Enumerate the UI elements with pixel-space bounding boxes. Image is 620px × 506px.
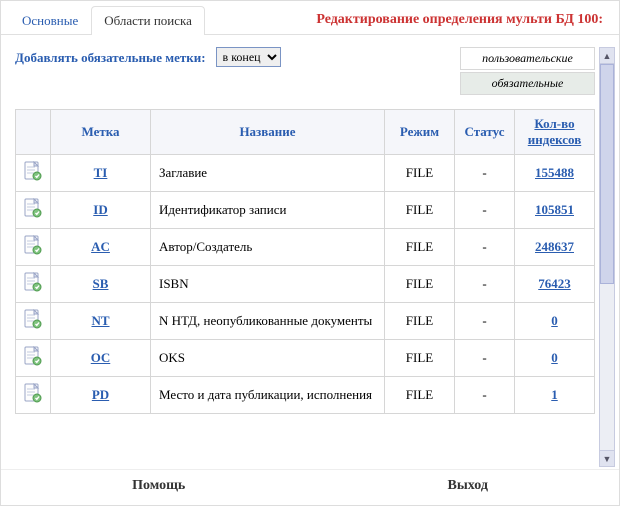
help-button[interactable]: Помощь xyxy=(132,478,185,494)
name-cell: Идентификатор записи xyxy=(151,192,385,229)
name-cell: ISBN xyxy=(151,266,385,303)
count-link: 155488 xyxy=(535,165,574,180)
tag-cell[interactable]: NT xyxy=(51,303,151,340)
table-row: OC OKSFILE- 0 xyxy=(16,340,595,377)
mode-cell: FILE xyxy=(385,155,455,192)
table-row: NT N НТД, неопубликованные документыFILE-… xyxy=(16,303,595,340)
th-tag: Метка xyxy=(51,110,151,155)
status-cell: - xyxy=(455,303,515,340)
count-link: 0 xyxy=(551,350,558,365)
legend: пользовательские обязательные xyxy=(460,47,595,95)
row-document-icon[interactable] xyxy=(16,340,51,377)
count-cell[interactable]: 105851 xyxy=(515,192,595,229)
tag-cell[interactable]: AC xyxy=(51,229,151,266)
count-cell[interactable]: 248637 xyxy=(515,229,595,266)
tag-cell[interactable]: ID xyxy=(51,192,151,229)
row-document-icon[interactable] xyxy=(16,155,51,192)
tag-link: TI xyxy=(94,165,108,180)
tag-link: ID xyxy=(93,202,107,217)
mode-cell: FILE xyxy=(385,266,455,303)
row-document-icon[interactable] xyxy=(16,303,51,340)
status-cell: - xyxy=(455,155,515,192)
tab-search-areas[interactable]: Области поиска xyxy=(91,6,205,35)
mode-cell: FILE xyxy=(385,377,455,414)
tag-cell[interactable]: OC xyxy=(51,340,151,377)
count-cell[interactable]: 1 xyxy=(515,377,595,414)
status-cell: - xyxy=(455,229,515,266)
count-cell[interactable]: 0 xyxy=(515,303,595,340)
count-cell[interactable]: 76423 xyxy=(515,266,595,303)
add-tags-label: Добавлять обязательные метки: xyxy=(15,47,206,66)
page-title: Редактирование определения мульти БД 100… xyxy=(316,12,611,28)
name-cell: Заглавие xyxy=(151,155,385,192)
th-name: Название xyxy=(151,110,385,155)
controls-row: Добавлять обязательные метки: в конец по… xyxy=(15,47,595,95)
add-position-select[interactable]: в конец xyxy=(216,47,281,67)
th-count[interactable]: Кол-во индексов xyxy=(515,110,595,155)
legend-required: обязательные xyxy=(460,72,595,95)
tag-cell[interactable]: TI xyxy=(51,155,151,192)
mode-cell: FILE xyxy=(385,229,455,266)
tag-cell[interactable]: PD xyxy=(51,377,151,414)
vertical-scrollbar[interactable]: ▲ ▼ xyxy=(599,47,615,467)
tag-link: SB xyxy=(93,276,109,291)
footer: Помощь Выход xyxy=(1,469,619,502)
count-cell[interactable]: 155488 xyxy=(515,155,595,192)
status-cell: - xyxy=(455,340,515,377)
table-row: PD Место и дата публикации, исполненияFIL… xyxy=(16,377,595,414)
mode-cell: FILE xyxy=(385,303,455,340)
mode-cell: FILE xyxy=(385,340,455,377)
table-row: TI ЗаглавиеFILE- 155488 xyxy=(16,155,595,192)
header-row: Основные Области поиска Редактирование о… xyxy=(1,1,619,35)
status-cell: - xyxy=(455,266,515,303)
tag-cell[interactable]: SB xyxy=(51,266,151,303)
tab-main[interactable]: Основные xyxy=(9,6,91,35)
count-link: 1 xyxy=(551,387,558,402)
table-row: AC Автор/СоздательFILE- 248637 xyxy=(16,229,595,266)
scroll-up-icon[interactable]: ▲ xyxy=(600,48,614,64)
count-link: 248637 xyxy=(535,239,574,254)
count-cell[interactable]: 0 xyxy=(515,340,595,377)
count-link: 0 xyxy=(551,313,558,328)
row-document-icon[interactable] xyxy=(16,266,51,303)
tag-link: NT xyxy=(91,313,109,328)
th-status: Статус xyxy=(455,110,515,155)
th-icon xyxy=(16,110,51,155)
name-cell: Автор/Создатель xyxy=(151,229,385,266)
tabs: Основные Области поиска xyxy=(9,5,205,34)
table-row: SB ISBNFILE- 76423 xyxy=(16,266,595,303)
content-area: Добавлять обязательные метки: в конец по… xyxy=(1,35,619,469)
exit-button[interactable]: Выход xyxy=(447,478,487,494)
name-cell: N НТД, неопубликованные документы xyxy=(151,303,385,340)
count-link: 76423 xyxy=(538,276,571,291)
th-mode: Режим xyxy=(385,110,455,155)
status-cell: - xyxy=(455,192,515,229)
tag-link: AC xyxy=(91,239,110,254)
table-row: ID Идентификатор записиFILE- 105851 xyxy=(16,192,595,229)
row-document-icon[interactable] xyxy=(16,192,51,229)
row-document-icon[interactable] xyxy=(16,377,51,414)
status-cell: - xyxy=(455,377,515,414)
row-document-icon[interactable] xyxy=(16,229,51,266)
legend-user: пользовательские xyxy=(460,47,595,70)
scroll-down-icon[interactable]: ▼ xyxy=(600,450,614,466)
tags-table: Метка Название Режим Статус Кол-во индек… xyxy=(15,109,595,414)
name-cell: Место и дата публикации, исполнения xyxy=(151,377,385,414)
name-cell: OKS xyxy=(151,340,385,377)
mode-cell: FILE xyxy=(385,192,455,229)
scroll-thumb[interactable] xyxy=(600,64,614,284)
window: Основные Области поиска Редактирование о… xyxy=(0,0,620,506)
tag-link: OC xyxy=(91,350,111,365)
tag-link: PD xyxy=(92,387,109,402)
count-link: 105851 xyxy=(535,202,574,217)
